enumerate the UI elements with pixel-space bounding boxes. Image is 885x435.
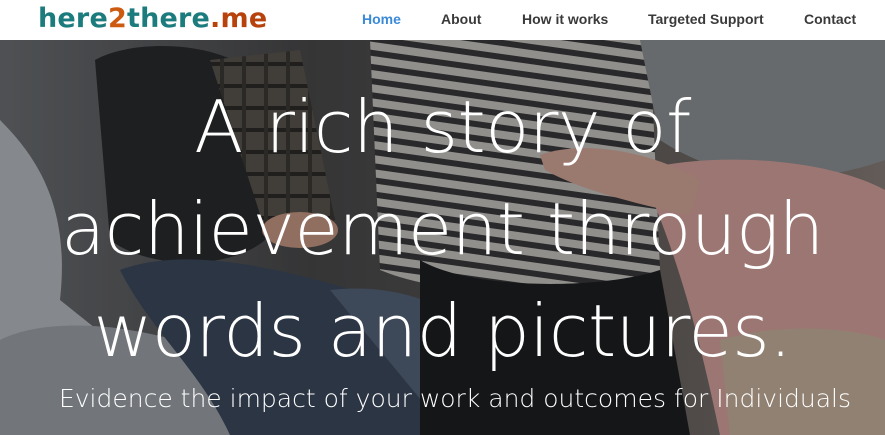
brand-logo[interactable]: here2there.me xyxy=(38,3,267,35)
hero-title-line: achievement through xyxy=(61,187,824,271)
nav-home[interactable]: Home xyxy=(362,10,401,28)
hero-title-line: words and pictures. xyxy=(93,289,792,373)
nav-about[interactable]: About xyxy=(441,10,481,28)
top-navbar: here2there.me Home About How it works Ta… xyxy=(0,0,885,40)
hero-title-line: A rich story of xyxy=(194,85,691,169)
nav-contact[interactable]: Contact xyxy=(804,10,856,28)
nav-targeted-support[interactable]: Targeted Support xyxy=(648,10,764,28)
hero-subtitle: Evidence the impact of your work and out… xyxy=(58,384,852,413)
brand-logo-part-3: there xyxy=(126,3,211,34)
hero-section: A rich story of achievement through word… xyxy=(0,40,885,435)
brand-logo-part-1: here xyxy=(38,3,108,34)
brand-logo-part-4: .me xyxy=(210,3,268,34)
brand-logo-part-2: 2 xyxy=(107,3,127,34)
nav-how-it-works[interactable]: How it works xyxy=(522,10,608,28)
hero-title: A rich story of achievement through word… xyxy=(0,76,885,382)
